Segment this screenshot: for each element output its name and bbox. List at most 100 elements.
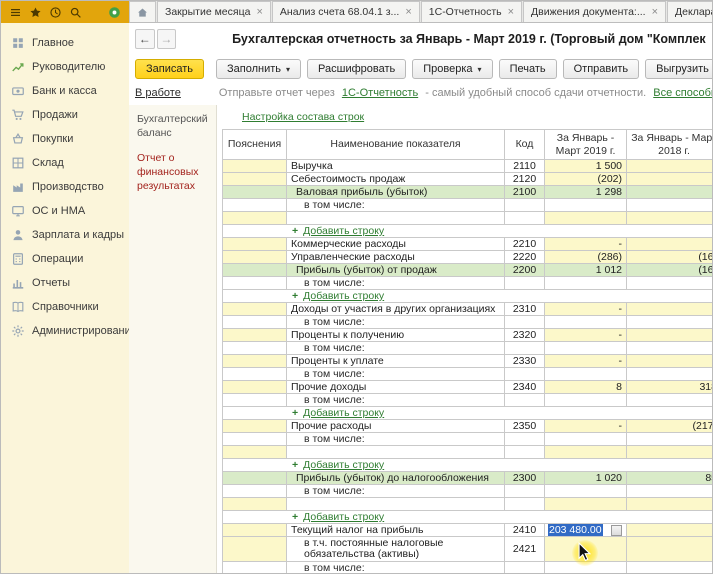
close-icon[interactable]: ×: [256, 7, 262, 18]
value-2019-cell[interactable]: 203 480.00: [545, 524, 627, 537]
sidebar-item-manager[interactable]: Руководителю: [1, 55, 129, 79]
sidebar-item-sales[interactable]: Продажи: [1, 103, 129, 127]
value-2019-cell[interactable]: -: [545, 355, 627, 368]
explanation-cell[interactable]: [223, 381, 287, 394]
tab-1[interactable]: Анализ счета 68.04.1 з...×: [272, 1, 420, 22]
value-2019-cell[interactable]: 1 500: [545, 160, 627, 173]
value-2018-cell[interactable]: [627, 212, 713, 225]
value-2018-cell[interactable]: [627, 342, 713, 355]
sidebar-item-reports[interactable]: Отчеты: [1, 271, 129, 295]
value-2018-cell[interactable]: -: [627, 173, 713, 186]
value-2018-cell[interactable]: [627, 524, 713, 537]
section-balance-sheet[interactable]: Бухгалтерский баланс: [137, 113, 212, 140]
explanation-cell[interactable]: [223, 173, 287, 186]
report-state-link[interactable]: В работе: [135, 87, 181, 99]
explanation-cell[interactable]: [223, 537, 287, 562]
section-income-statement[interactable]: Отчет о финансовых результатах: [137, 152, 212, 193]
value-2019-cell[interactable]: 1 298: [545, 186, 627, 199]
value-2018-cell[interactable]: -: [627, 160, 713, 173]
value-2019-cell[interactable]: -: [545, 303, 627, 316]
close-icon[interactable]: ×: [405, 7, 411, 18]
value-2019-cell[interactable]: [545, 562, 627, 574]
sidebar-item-operations[interactable]: Операции: [1, 247, 129, 271]
explain-button[interactable]: Расшифровать: [307, 59, 406, 79]
explanation-cell[interactable]: [223, 562, 287, 574]
value-2018-cell[interactable]: (16): [627, 264, 713, 277]
value-2018-cell[interactable]: [627, 537, 713, 562]
value-2018-cell[interactable]: (217): [627, 420, 713, 433]
value-2018-cell[interactable]: -: [627, 355, 713, 368]
explanation-cell[interactable]: [223, 420, 287, 433]
add-row-link[interactable]: Добавить строку: [303, 459, 384, 471]
save-button[interactable]: Записать: [135, 59, 204, 79]
value-2019-cell[interactable]: [545, 433, 627, 446]
sidebar-item-directories[interactable]: Справочники: [1, 295, 129, 319]
value-2019-cell[interactable]: -: [545, 238, 627, 251]
cell-edit-button[interactable]: [611, 525, 622, 536]
explanation-cell[interactable]: [223, 251, 287, 264]
send-button[interactable]: Отправить: [563, 59, 640, 79]
menu-icon[interactable]: [9, 6, 22, 19]
explanation-cell[interactable]: [223, 212, 287, 225]
close-icon[interactable]: ×: [652, 7, 658, 18]
explanation-cell[interactable]: [223, 433, 287, 446]
value-2018-cell[interactable]: [627, 562, 713, 574]
tab-0[interactable]: Закрытие месяца×: [157, 1, 271, 22]
explanation-cell[interactable]: [223, 485, 287, 498]
value-2019-cell[interactable]: 1 012: [545, 264, 627, 277]
value-2019-cell[interactable]: [545, 277, 627, 290]
value-2018-cell[interactable]: (16): [627, 251, 713, 264]
value-2019-cell[interactable]: [545, 446, 627, 459]
explanation-cell[interactable]: [223, 264, 287, 277]
value-2019-cell[interactable]: -: [545, 329, 627, 342]
value-2018-cell[interactable]: [627, 316, 713, 329]
sidebar-item-payroll-hr[interactable]: Зарплата и кадры: [1, 223, 129, 247]
add-row-link[interactable]: Добавить строку: [303, 290, 384, 302]
value-2018-cell[interactable]: [627, 433, 713, 446]
value-2019-cell[interactable]: 8: [545, 381, 627, 394]
explanation-cell[interactable]: [223, 446, 287, 459]
value-2019-cell[interactable]: [545, 394, 627, 407]
value-2019-cell[interactable]: (286): [545, 251, 627, 264]
value-2018-cell[interactable]: [627, 394, 713, 407]
explanation-cell[interactable]: [223, 199, 287, 212]
sidebar-item-purchases[interactable]: Покупки: [1, 127, 129, 151]
value-2019-cell[interactable]: -: [545, 420, 627, 433]
service-link[interactable]: 1С-Отчетность: [342, 87, 418, 99]
add-row-link[interactable]: Добавить строку: [303, 225, 384, 237]
explanation-cell[interactable]: [223, 303, 287, 316]
value-2019-cell[interactable]: [545, 485, 627, 498]
check-button[interactable]: Проверка▾: [412, 59, 492, 79]
value-2018-cell[interactable]: [627, 368, 713, 381]
value-2018-cell[interactable]: 85: [627, 472, 713, 485]
back-button[interactable]: ←: [135, 29, 155, 49]
value-2018-cell[interactable]: [627, 446, 713, 459]
sidebar-item-fixed-assets[interactable]: ОС и НМА: [1, 199, 129, 223]
explanation-cell[interactable]: [223, 277, 287, 290]
fill-button[interactable]: Заполнить▾: [216, 59, 301, 79]
explanation-cell[interactable]: [223, 238, 287, 251]
home-tab[interactable]: [129, 1, 156, 22]
add-row-link[interactable]: Добавить строку: [303, 407, 384, 419]
value-2018-cell[interactable]: -: [627, 186, 713, 199]
explanation-cell[interactable]: [223, 394, 287, 407]
value-2018-cell[interactable]: -: [627, 329, 713, 342]
explanation-cell[interactable]: [223, 368, 287, 381]
explanation-cell[interactable]: [223, 329, 287, 342]
tab-2[interactable]: 1С-Отчетность×: [421, 1, 522, 22]
value-2019-cell[interactable]: [545, 212, 627, 225]
export-button[interactable]: Выгрузить: [645, 59, 713, 79]
value-2019-cell[interactable]: (202): [545, 173, 627, 186]
explanation-cell[interactable]: [223, 524, 287, 537]
all-ways-link[interactable]: Все способы: [653, 87, 712, 99]
explanation-cell[interactable]: [223, 498, 287, 511]
star-icon[interactable]: [29, 6, 42, 19]
value-2018-cell[interactable]: 318: [627, 381, 713, 394]
tab-4[interactable]: Декларация по налогу н...×: [667, 1, 712, 22]
explanation-cell[interactable]: [223, 342, 287, 355]
row-settings-link[interactable]: Настройка состава строк: [242, 111, 364, 123]
value-2018-cell[interactable]: -: [627, 303, 713, 316]
forward-button[interactable]: →: [157, 29, 177, 49]
explanation-cell[interactable]: [223, 186, 287, 199]
value-2019-cell[interactable]: 1 020: [545, 472, 627, 485]
